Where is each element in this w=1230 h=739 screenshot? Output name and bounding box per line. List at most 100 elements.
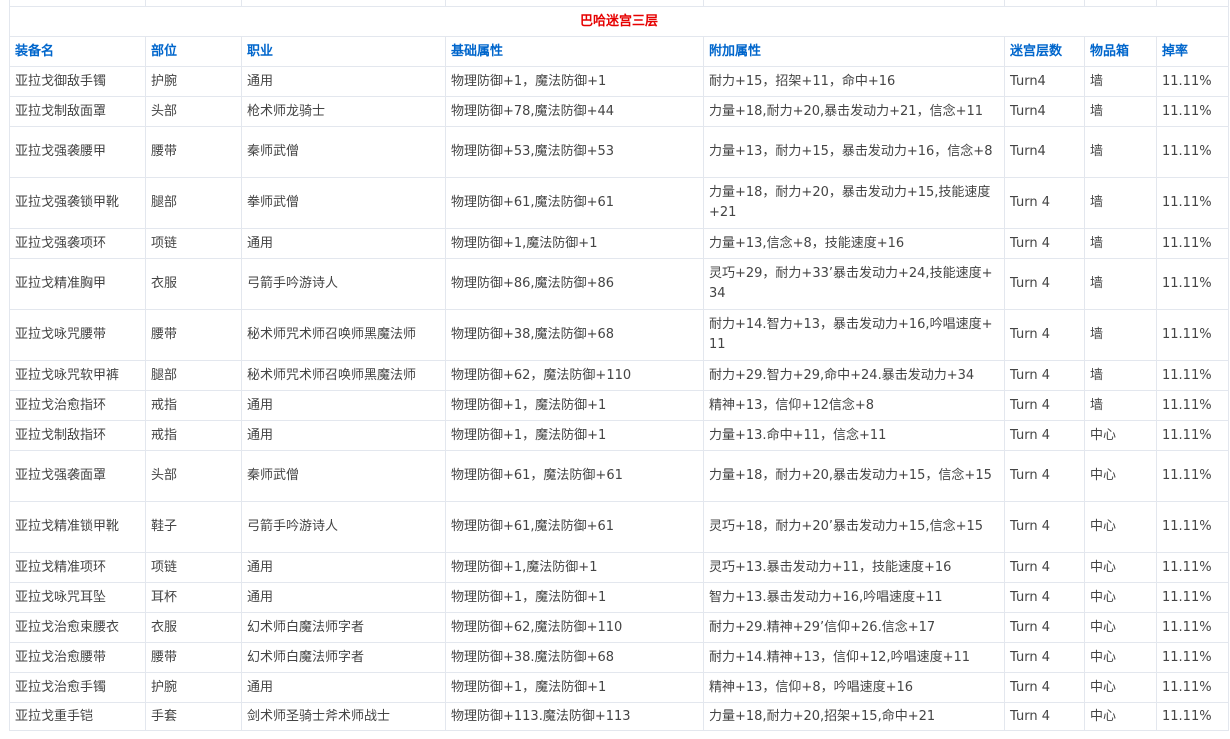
table-cell: 中心 <box>1084 420 1157 451</box>
table-cell: 灵巧+13.暴击发动力+11，技能速度+16 <box>703 552 1005 583</box>
table-title-row: 巴哈迷宫三层 <box>9 6 1229 37</box>
table-cell: 11.11% <box>1156 420 1229 451</box>
table-cell: 墙 <box>1084 96 1157 127</box>
table-cell: 物理防御+38.魔法防御+68 <box>445 642 704 673</box>
table-cell: 物理防御+61,魔法防御+61 <box>445 177 704 229</box>
table-cell: 耳杯 <box>145 582 242 613</box>
table-cell: Turn 4 <box>1004 228 1085 259</box>
table-cell: 通用 <box>241 390 446 421</box>
table-cell: 耐力+14.精神+13，信仰+12,吟唱速度+11 <box>703 642 1005 673</box>
table-cell: 11.11% <box>1156 258 1229 310</box>
table-cell: 物理防御+1，魔法防御+1 <box>445 582 704 613</box>
table-row: 亚拉戈精准锁甲靴 鞋子 弓箭手吟游诗人 物理防御+61,魔法防御+61 灵巧+18，耐力… <box>9 501 1229 553</box>
table-row: 亚拉戈制敌面罩 头部 枪术师龙骑士 物理防御+78,魔法防御+44 力量+18,耐力+2… <box>9 96 1229 127</box>
table-cell: 11.11% <box>1156 642 1229 673</box>
table-cell: 耐力+29.智力+29,命中+24.暴击发动力+34 <box>703 360 1005 391</box>
table-cell: 亚拉戈治愈束腰衣 <box>9 612 146 643</box>
table-cell: 项链 <box>145 552 242 583</box>
drop-table: 巴哈迷宫三层 装备名 部位 职业 基础属性 附加属性 迷宫层数 物品箱 掉率 亚… <box>9 0 1229 731</box>
column-header: 物品箱 <box>1084 36 1157 67</box>
table-cell: 墙 <box>1084 228 1157 259</box>
table-cell: 11.11% <box>1156 177 1229 229</box>
table-cell: 通用 <box>241 552 446 583</box>
table-cell: 亚拉戈强袭面罩 <box>9 450 146 502</box>
table-cell: 中心 <box>1084 702 1157 731</box>
table-cell: 物理防御+62，魔法防御+110 <box>445 360 704 391</box>
table-cell: 物理防御+1，魔法防御+1 <box>445 66 704 97</box>
table-row: 亚拉戈咏咒耳坠 耳杯 通用 物理防御+1，魔法防御+1 智力+13.暴击发动力+16,吟… <box>9 582 1229 613</box>
table-row: 亚拉戈强袭腰甲 腰带 秦师武僧 物理防御+53,魔法防御+53 力量+13，耐力+15，… <box>9 126 1229 178</box>
table-cell: 11.11% <box>1156 672 1229 703</box>
column-header: 迷宫层数 <box>1004 36 1085 67</box>
table-cell: 秘术师咒术师召唤师黑魔法师 <box>241 309 446 361</box>
table-cell: 11.11% <box>1156 450 1229 502</box>
table-cell: 物理防御+38,魔法防御+68 <box>445 309 704 361</box>
table-title: 巴哈迷宫三层 <box>9 6 1229 37</box>
table-cell: 力量+13，耐力+15，暴击发动力+16，信念+8 <box>703 126 1005 178</box>
table-cell: 中心 <box>1084 612 1157 643</box>
table-cell: 11.11% <box>1156 612 1229 643</box>
table-cell: Turn 4 <box>1004 360 1085 391</box>
table-cell: 墙 <box>1084 66 1157 97</box>
table-cell: 弓箭手吟游诗人 <box>241 258 446 310</box>
table-cell: 力量+18，耐力+20，暴击发动力+15,技能速度+21 <box>703 177 1005 229</box>
table-cell: 物理防御+86,魔法防御+86 <box>445 258 704 310</box>
column-header: 基础属性 <box>445 36 704 67</box>
table-cell: 衣服 <box>145 258 242 310</box>
table-cell: 灵巧+29，耐力+33’暴击发动力+24,技能速度+34 <box>703 258 1005 310</box>
table-cell: 11.11% <box>1156 360 1229 391</box>
table-cell: 亚拉戈精准锁甲靴 <box>9 501 146 553</box>
table-cell: 中心 <box>1084 642 1157 673</box>
table-cell: 亚拉戈重手铠 <box>9 702 146 731</box>
table-cell: 耐力+29.精神+29’信仰+26.信念+17 <box>703 612 1005 643</box>
table-cell: 亚拉戈制敌指环 <box>9 420 146 451</box>
table-cell: 弓箭手吟游诗人 <box>241 501 446 553</box>
table-cell: Turn 4 <box>1004 612 1085 643</box>
table-cell: 戒指 <box>145 420 242 451</box>
table-cell: 精神+13，信仰+8，吟唱速度+16 <box>703 672 1005 703</box>
table-cell: 秦师武僧 <box>241 126 446 178</box>
table-row: 亚拉戈咏咒腰带 腰带 秘术师咒术师召唤师黑魔法师 物理防御+38,魔法防御+68 耐力+… <box>9 309 1229 361</box>
column-header: 装备名 <box>9 36 146 67</box>
table-cell: 鞋子 <box>145 501 242 553</box>
table-row: 亚拉戈治愈手镯 护腕 通用 物理防御+1，魔法防御+1 精神+13，信仰+8，吟唱速度+… <box>9 672 1229 703</box>
table-cell: 墙 <box>1084 258 1157 310</box>
table-cell: Turn 4 <box>1004 501 1085 553</box>
table-cell: 亚拉戈强袭腰甲 <box>9 126 146 178</box>
table-cell: Turn4 <box>1004 96 1085 127</box>
table-cell: 力量+18,耐力+20,暴击发动力+21，信念+11 <box>703 96 1005 127</box>
table-cell: 亚拉戈精准胸甲 <box>9 258 146 310</box>
table-cell: 通用 <box>241 66 446 97</box>
table-cell: Turn 4 <box>1004 177 1085 229</box>
table-cell: 中心 <box>1084 501 1157 553</box>
column-header: 掉率 <box>1156 36 1229 67</box>
table-cell: 腿部 <box>145 360 242 391</box>
table-cell: Turn 4 <box>1004 450 1085 502</box>
table-cell: 11.11% <box>1156 390 1229 421</box>
table-cell: 中心 <box>1084 552 1157 583</box>
table-cell: 11.11% <box>1156 501 1229 553</box>
table-cell: 幻术师白魔法师字者 <box>241 642 446 673</box>
table-cell: 枪术师龙骑士 <box>241 96 446 127</box>
table-cell: 秘术师咒术师召唤师黑魔法师 <box>241 360 446 391</box>
column-header: 附加属性 <box>703 36 1005 67</box>
table-cell: 亚拉戈制敌面罩 <box>9 96 146 127</box>
table-row: 亚拉戈重手铠 手套 剑术师圣骑士斧术师战士 物理防御+113.魔法防御+113 力量+1… <box>9 702 1229 731</box>
table-cell: 亚拉戈精准项环 <box>9 552 146 583</box>
table-cell: Turn 4 <box>1004 642 1085 673</box>
table-cell: 通用 <box>241 672 446 703</box>
table-cell: 物理防御+1,魔法防御+1 <box>445 552 704 583</box>
table-cell: 剑术师圣骑士斧术师战士 <box>241 702 446 731</box>
table-cell: 智力+13.暴击发动力+16,吟唱速度+11 <box>703 582 1005 613</box>
table-cell: 墙 <box>1084 360 1157 391</box>
table-cell: Turn4 <box>1004 126 1085 178</box>
table-cell: 腰带 <box>145 642 242 673</box>
table-cell: 项链 <box>145 228 242 259</box>
table-cell: 物理防御+53,魔法防御+53 <box>445 126 704 178</box>
table-cell: 幻术师白魔法师字者 <box>241 612 446 643</box>
table-cell: 物理防御+78,魔法防御+44 <box>445 96 704 127</box>
table-cell: 11.11% <box>1156 702 1229 731</box>
table-cell: 力量+18,耐力+20,招架+15,命中+21 <box>703 702 1005 731</box>
table-cell: 腰带 <box>145 309 242 361</box>
table-cell: 墙 <box>1084 309 1157 361</box>
